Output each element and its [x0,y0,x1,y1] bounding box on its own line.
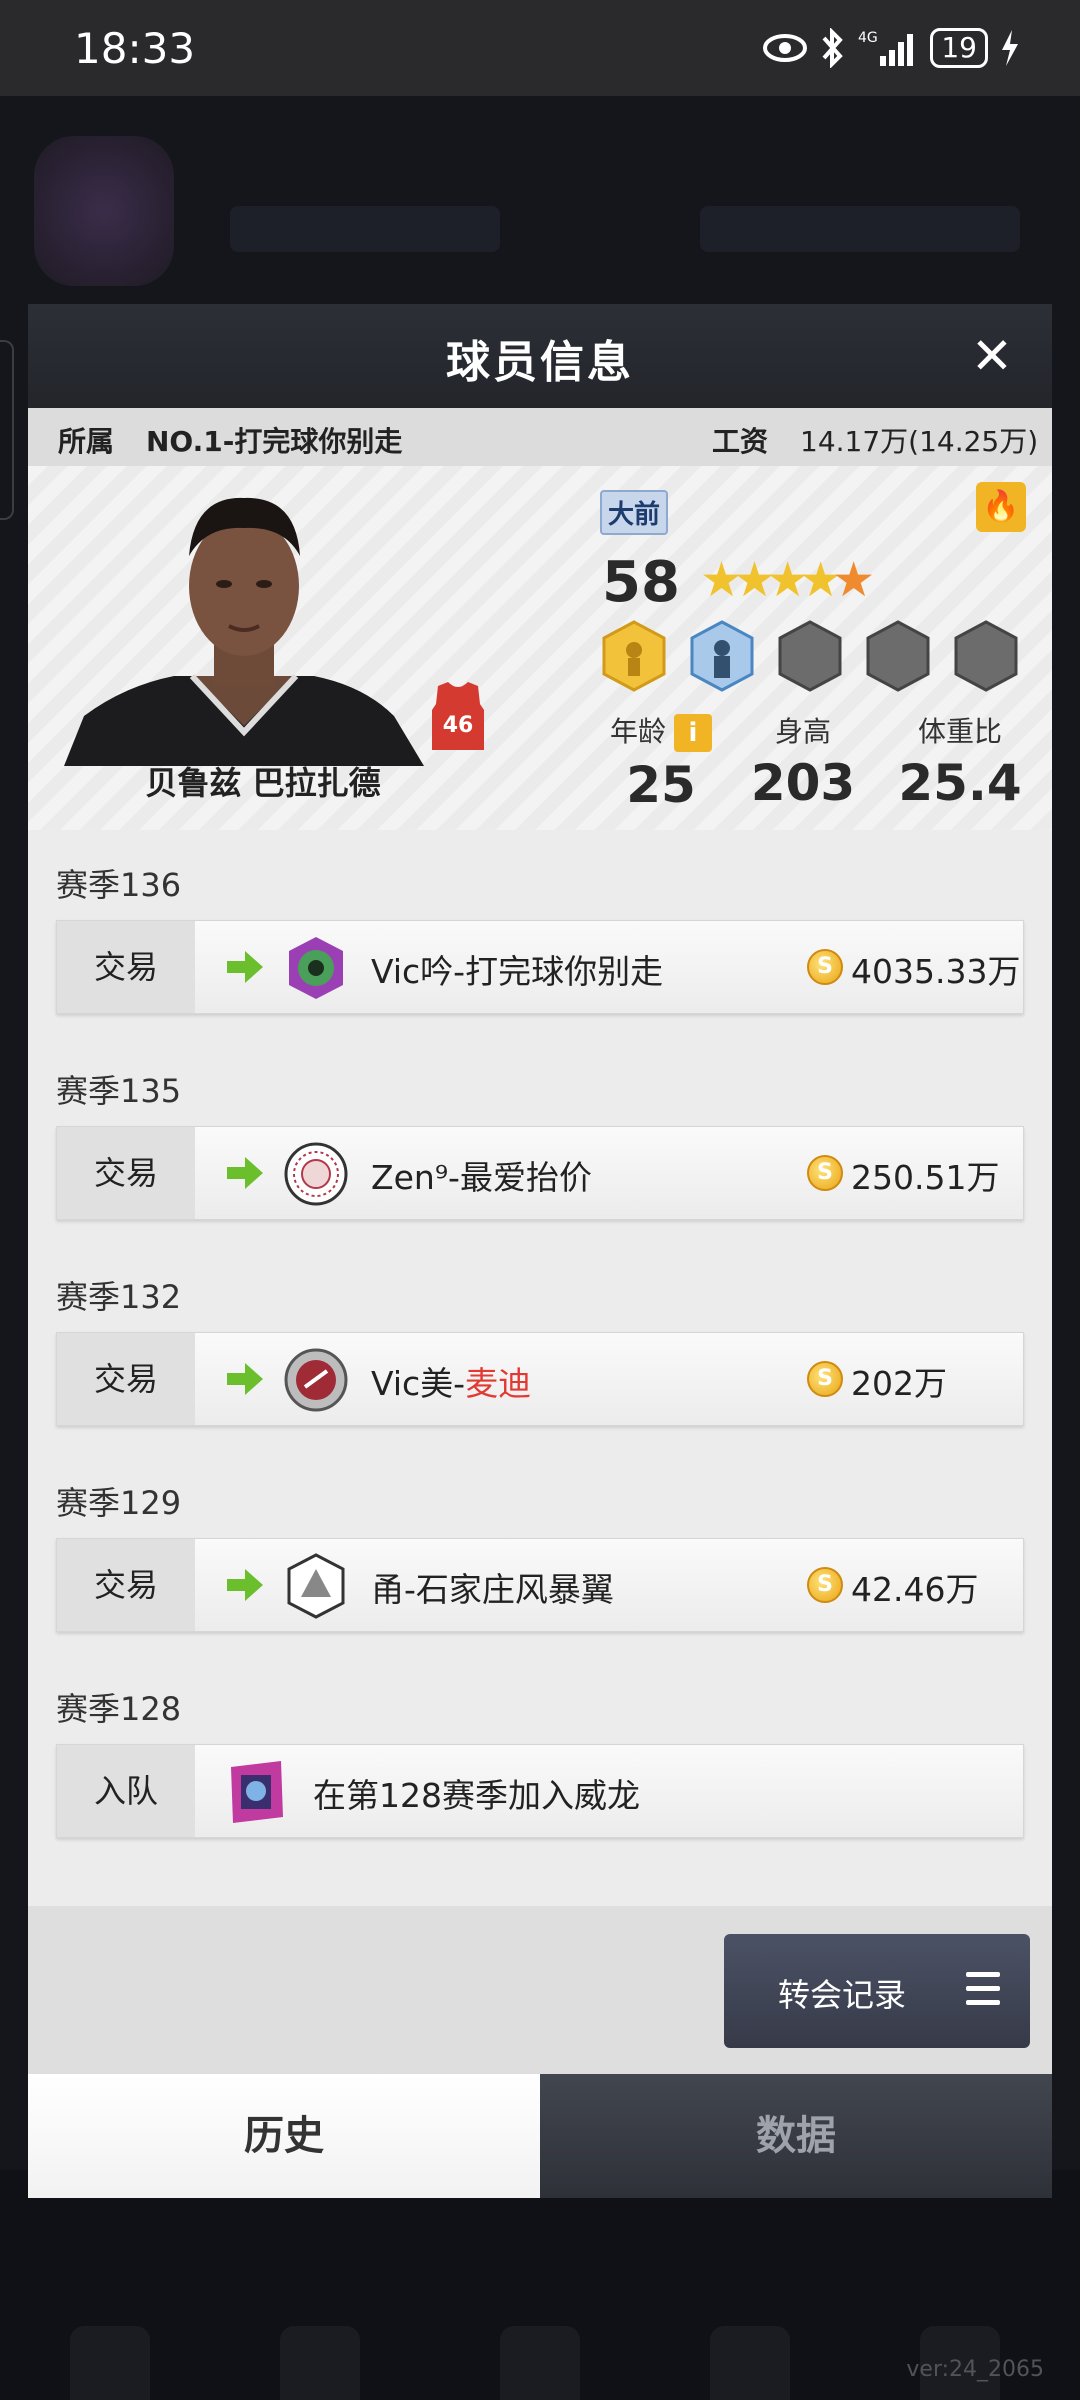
season-title: 赛季129 [56,1484,182,1522]
event-type: 交易 [57,921,195,1013]
jersey-number: 46 [443,713,474,738]
version-label: ver:24_2065 [906,2357,1044,2382]
age-stat: 年龄 i 25 [596,710,726,814]
position-tag: 大前 [600,490,669,535]
team-logo-icon [289,937,343,999]
bluetooth-icon [822,28,844,68]
transfer-record-label: 转会记录 [778,1976,907,2014]
team-name-prefix: Vic美- [371,1364,466,1403]
salary-value: 14.17万(14.25万) [800,425,1039,458]
nav-tile [500,2326,580,2400]
transfer-price: 4035.33万 [851,952,1021,991]
season-title: 赛季132 [56,1278,182,1316]
info-strip: 所属 NO.1-打完球你别走 工资 14.17万(14.25万) [28,408,1052,466]
team-logo-icon [284,1142,348,1206]
arrow-right-icon [227,1157,263,1189]
transfer-price: 250.51万 [851,1158,1000,1197]
arrow-right-icon [227,1569,263,1601]
event-type: 交易 [57,1127,195,1219]
salary-label: 工资 [712,425,769,458]
nav-tile [70,2326,150,2400]
footer-area: 转会记录 [28,1906,1052,2074]
history-row[interactable]: 入队 在第128赛季加入威龙 [56,1744,1024,1838]
team-logo-icon [287,1553,345,1619]
age-value: 25 [626,756,696,814]
blue-badge-icon[interactable] [688,620,756,692]
tab-bar: 历史 数据 [28,2074,1052,2198]
eye-icon [763,34,808,62]
event-type: 交易 [57,1333,195,1425]
modal-header: 球员信息 ✕ [28,304,1052,408]
history-row[interactable]: 交易 甬-石家庄风暴翼 S 42.46万 [56,1538,1024,1632]
svg-text:4G: 4G [858,30,878,46]
transfer-record-button[interactable]: 转会记录 [724,1934,1030,2048]
height-label: 身高 [774,715,831,748]
history-row[interactable]: 交易 Vic美-麦迪 S 202万 [56,1332,1024,1426]
weight-ratio-label: 体重比 [917,715,1002,748]
diamond-bar [700,206,1020,252]
empty-badge-icon[interactable] [952,620,1020,692]
affiliation-label: 所属 [58,425,115,458]
arrow-right-icon [227,951,263,983]
history-list: 赛季136 交易 Vic吟-打完球你别走 S 4035.33万 赛季135 交易… [56,860,1024,1890]
player-rating: 58 [602,550,680,615]
height-stat: 身高 203 [738,710,868,812]
player-portrait [64,476,424,766]
skill-badges [600,620,1020,692]
menu-icon [966,1972,1000,2008]
team-logo-icon [231,1761,283,1823]
coin-icon: S [807,1155,843,1191]
empty-badge-icon[interactable] [776,620,844,692]
gold-badge-icon[interactable] [600,620,668,692]
fire-icon[interactable]: 🔥 [976,482,1026,532]
history-row[interactable]: 交易 Vic吟-打完球你别走 S 4035.33万 [56,920,1024,1014]
event-type: 入队 [57,1745,195,1837]
modal-title: 球员信息 [446,337,634,388]
coin-bar [230,206,500,252]
team-name-highlight: 麦迪 [465,1364,532,1403]
side-handle[interactable] [0,340,14,520]
nav-tile [280,2326,360,2400]
status-icons: 4G 19 [762,24,1020,72]
coin-icon: S [807,949,843,985]
tab-data[interactable]: 数据 [540,2074,1052,2198]
season-title: 赛季135 [56,1072,182,1110]
transfer-price: 202万 [851,1364,947,1403]
charging-icon [1002,30,1018,66]
status-bar: 18:33 4G 19 [0,0,1080,96]
season-title: 赛季128 [56,1690,182,1728]
team-name: 甬-石家庄风暴翼 [371,1570,614,1609]
player-info-modal: 球员信息 ✕ 所属 NO.1-打完球你别走 工资 14.17万(14.25万) … [28,304,1052,2198]
star-rating: ★★★★★ [700,552,875,608]
info-icon[interactable]: i [674,714,712,752]
age-label: 年龄 [609,715,666,748]
history-row[interactable]: 交易 Zen⁹-最爱抬价 S 250.51万 [56,1126,1024,1220]
jersey-icon: 46 [432,682,484,750]
coin-icon: S [807,1361,843,1397]
player-name: 贝鲁兹 巴拉扎德 [145,764,381,802]
tab-history[interactable]: 历史 [28,2074,540,2198]
team-name: Zen⁹-最爱抬价 [371,1158,592,1197]
arrow-right-icon [227,1363,263,1395]
player-profile: 46 贝鲁兹 巴拉扎德 大前 🔥 58 ★★★★★ 年龄 i 25 身高 203 … [28,466,1052,830]
team-name: Vic吟-打完球你别走 [371,952,664,991]
event-type: 交易 [57,1539,195,1631]
team-logo-icon [284,1348,348,1412]
team-name: Vic美-麦迪 [371,1357,531,1405]
weight-ratio-value: 25.4 [898,754,1022,812]
weight-ratio-stat: 体重比 25.4 [890,710,1030,812]
transfer-price: 42.46万 [851,1570,979,1609]
battery-icon: 19 [930,28,988,68]
height-value: 203 [750,754,856,812]
season-title: 赛季136 [56,866,182,904]
empty-badge-icon[interactable] [864,620,932,692]
clock: 18:33 [74,24,196,73]
affiliation-value: NO.1-打完球你别走 [146,425,403,458]
coin-icon: S [807,1567,843,1603]
signal-icon: 4G [858,30,914,66]
close-button[interactable]: ✕ [962,326,1022,386]
join-description: 在第128赛季加入威龙 [313,1776,640,1815]
nav-tile [710,2326,790,2400]
club-avatar [34,136,174,286]
